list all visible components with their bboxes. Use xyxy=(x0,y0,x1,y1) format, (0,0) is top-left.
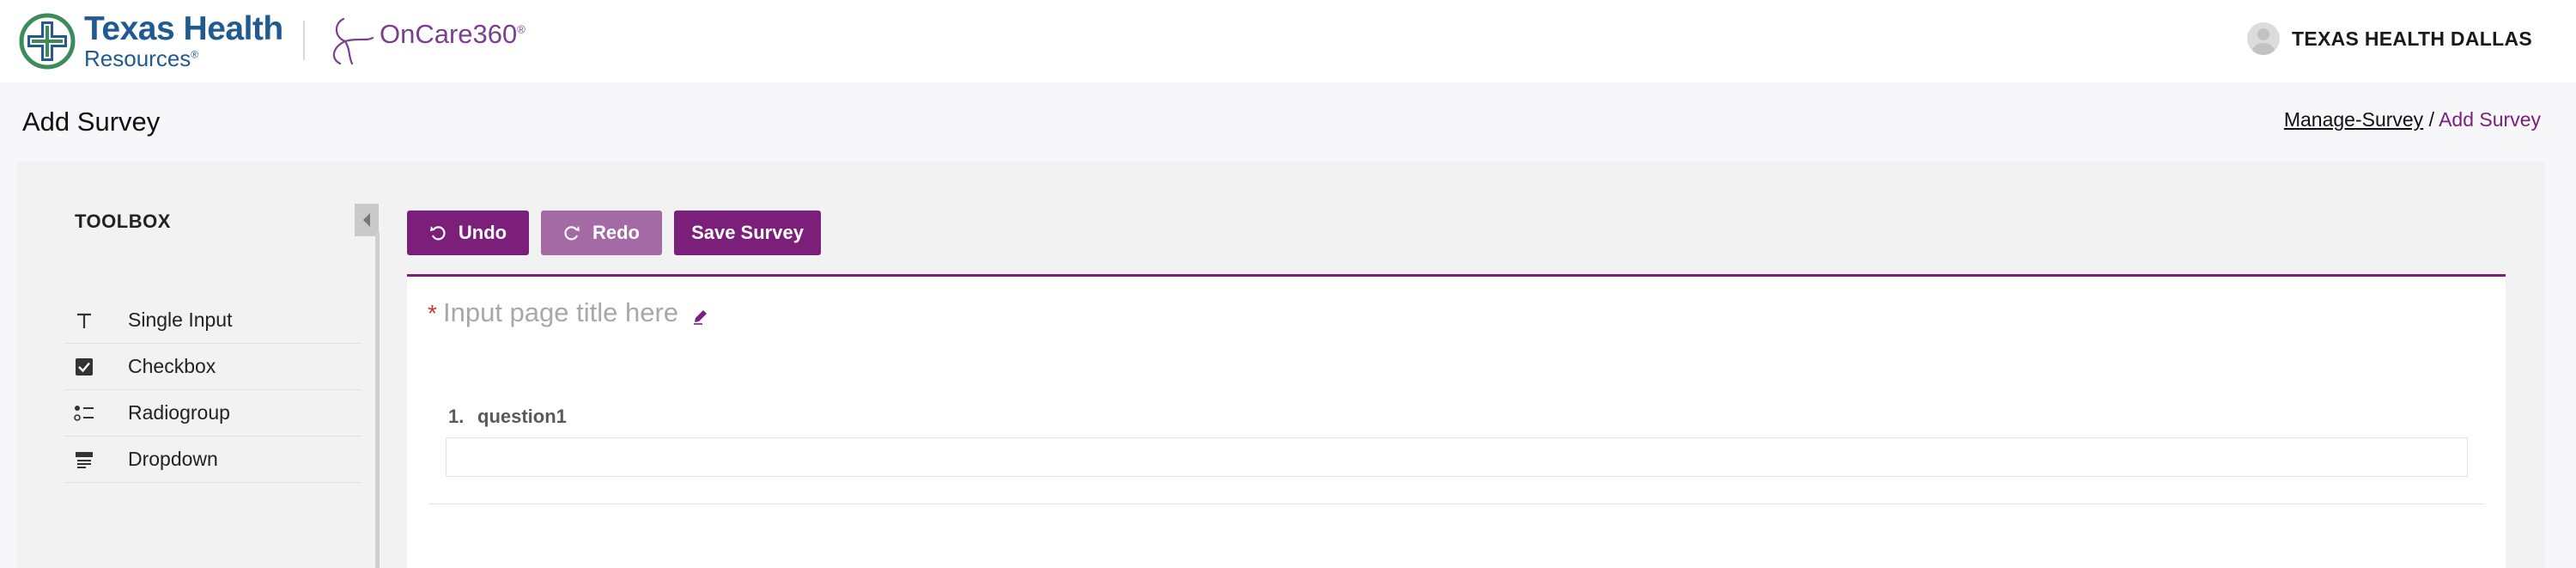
brand-registered-mark: ® xyxy=(191,48,199,61)
breadcrumb-current: Add Survey xyxy=(2439,108,2541,131)
undo-button[interactable]: Undo xyxy=(407,211,529,255)
survey-designer: Undo Redo Save Survey * Input page title… xyxy=(407,211,2506,568)
question-number: 1. xyxy=(448,406,465,427)
save-survey-button[interactable]: Save Survey xyxy=(674,211,821,255)
required-mark: * xyxy=(428,300,437,327)
question1-input[interactable] xyxy=(446,437,2468,477)
breadcrumb-manage-survey-link[interactable]: Manage-Survey xyxy=(2284,108,2423,131)
toolbox-item-dropdown[interactable]: Dropdown xyxy=(64,437,361,483)
toolbox-splitter[interactable] xyxy=(375,232,380,568)
oncare360-logo[interactable]: OnCare360® xyxy=(326,12,526,69)
brand-name: Texas Health xyxy=(84,10,283,47)
brand-subtitle: Resources xyxy=(84,46,191,71)
edit-pencil-icon[interactable] xyxy=(692,308,709,325)
texas-health-cross-icon xyxy=(19,13,76,69)
app-header: Texas Health Resources® OnCare360® TEXAS… xyxy=(0,0,2576,82)
page-title: Add Survey xyxy=(22,107,161,137)
redo-icon xyxy=(563,224,580,241)
texas-health-logo[interactable]: Texas Health Resources® xyxy=(19,12,283,70)
partner-registered-mark: ® xyxy=(517,22,526,36)
toolbox-item-label: Checkbox xyxy=(128,355,216,377)
undo-label: Undo xyxy=(458,222,507,243)
checkbox-icon xyxy=(71,354,97,380)
logo-divider xyxy=(303,21,305,60)
redo-label: Redo xyxy=(592,222,640,243)
toolbox-item-label: Single Input xyxy=(128,308,233,331)
text-icon xyxy=(71,308,97,333)
breadcrumb-separator: / xyxy=(2428,108,2434,131)
redo-button[interactable]: Redo xyxy=(541,211,662,255)
toolbox-list: Single Input Checkbox Radiogroup Dropdow… xyxy=(64,297,361,483)
toolbox-title: TOOLBOX xyxy=(75,211,171,232)
save-label: Save Survey xyxy=(691,222,804,243)
radiogroup-icon xyxy=(71,400,97,426)
toolbox-item-label: Dropdown xyxy=(128,448,218,470)
partner-name: OnCare360 xyxy=(380,19,518,49)
user-menu[interactable]: TEXAS HEALTH DALLAS xyxy=(2247,22,2532,55)
page-title-input[interactable]: Input page title here xyxy=(443,297,678,328)
undo-icon xyxy=(429,224,447,241)
breadcrumb: Manage-Survey / Add Survey xyxy=(2284,108,2541,131)
toolbox-item-single-input[interactable]: Single Input xyxy=(64,297,361,344)
question-title[interactable]: question1 xyxy=(477,406,567,428)
toolbox: TOOLBOX Single Input Checkbox Radiogroup… xyxy=(17,162,376,568)
toolbox-item-checkbox[interactable]: Checkbox xyxy=(64,344,361,390)
toolbox-item-radiogroup[interactable]: Radiogroup xyxy=(64,390,361,437)
survey-page: * Input page title here 1. question1 xyxy=(407,277,2506,568)
oncare-figure-icon xyxy=(332,17,374,65)
toolbox-item-label: Radiogroup xyxy=(128,401,230,424)
dropdown-icon xyxy=(71,447,97,473)
user-name[interactable]: TEXAS HEALTH DALLAS xyxy=(2292,27,2532,51)
avatar[interactable] xyxy=(2247,22,2280,55)
